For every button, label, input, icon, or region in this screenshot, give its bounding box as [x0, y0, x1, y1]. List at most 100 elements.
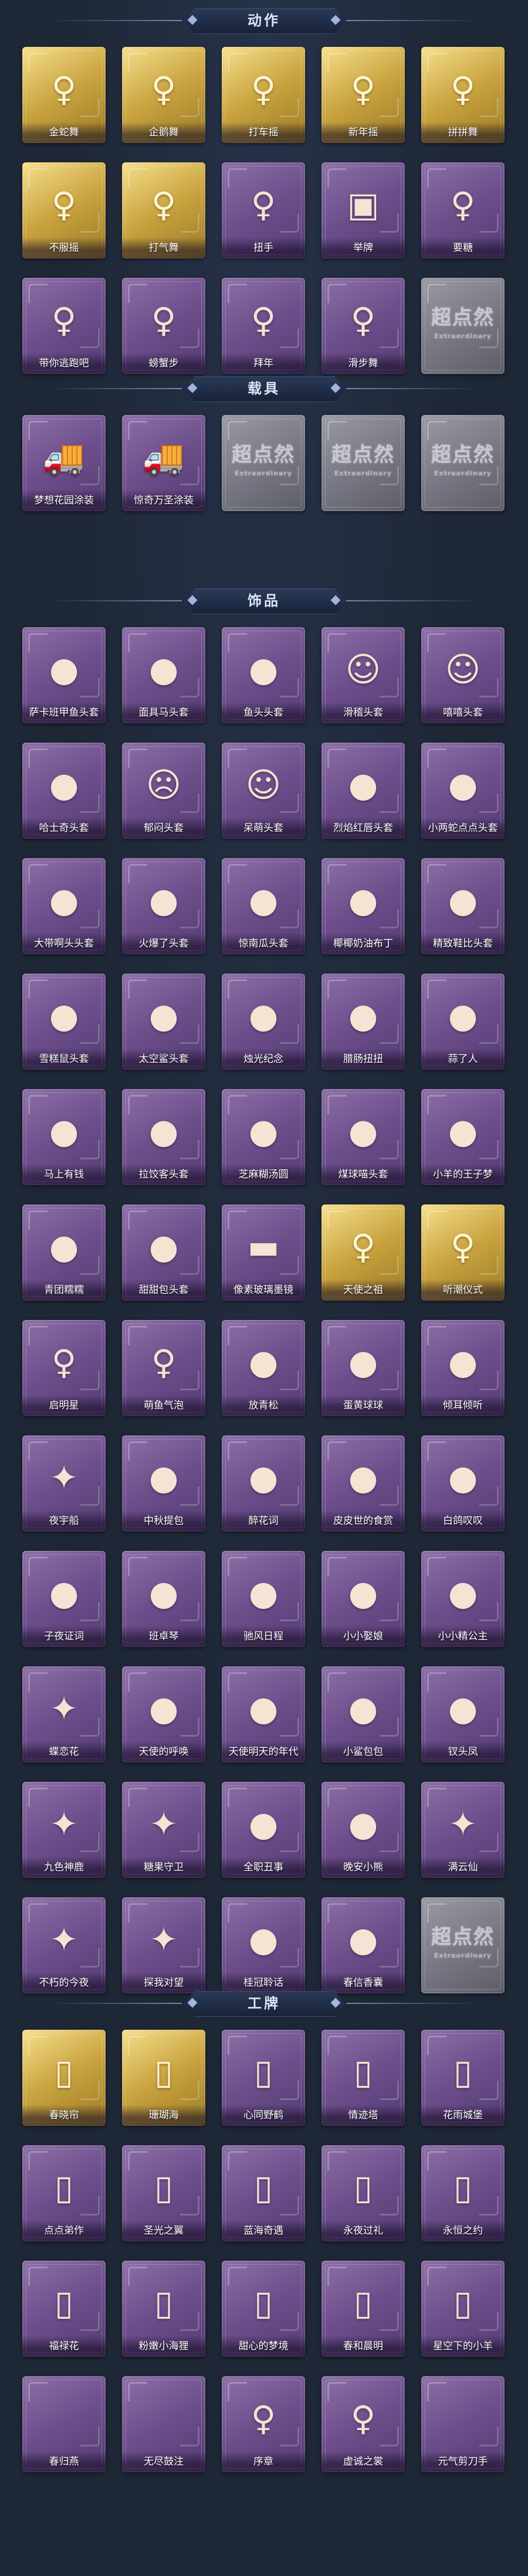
item-card[interactable]: ● 钗头凤	[421, 1666, 505, 1762]
item-card[interactable]: ▯ 花雨城堡	[421, 2030, 505, 2126]
item-card[interactable]: ♀ 螃蟹步	[122, 278, 205, 374]
item-card[interactable]: ● 蒜了人	[421, 974, 505, 1070]
item-card[interactable]: ♀ 萌鱼气泡	[122, 1320, 205, 1416]
item-card[interactable]: ● 驰风日程	[222, 1551, 305, 1647]
item-card[interactable]: ● 小小精公主	[421, 1551, 505, 1647]
item-card[interactable]: ● 鱼头头套	[222, 627, 305, 723]
item-card[interactable]: ▯ 春和晨明	[321, 2261, 405, 2357]
item-card[interactable]: ▯ 福禄花	[22, 2261, 106, 2357]
item-card[interactable]: ● 大带啊头头套	[22, 858, 106, 954]
item-card[interactable]: ▯ 点点弟作	[22, 2145, 106, 2241]
item-card[interactable]: ♀ 滑步舞	[321, 278, 405, 374]
item-card[interactable]: ✦ 九色神鹿	[22, 1782, 106, 1878]
placeholder-card[interactable]: 超点然 Extraordinary	[421, 1897, 505, 1993]
item-card[interactable]: ● 醉花词	[222, 1435, 305, 1532]
item-card[interactable]: ▣ 举牌	[321, 162, 405, 258]
item-card[interactable]: ♀ 打车摇	[222, 47, 305, 143]
item-card[interactable]: ♀ 拜年	[222, 278, 305, 374]
item-card[interactable]: ▯ 心同野鹤	[222, 2030, 305, 2126]
placeholder-card[interactable]: 超点然 Extraordinary	[222, 415, 305, 511]
item-card[interactable]: ● 精致鞋比头套	[421, 858, 505, 954]
item-card[interactable]: 春归燕	[22, 2376, 106, 2472]
item-card[interactable]: ● 班卓琴	[122, 1551, 205, 1647]
item-card[interactable]: ♀ 带你逃跑吧	[22, 278, 106, 374]
item-card[interactable]: ☺ 滑稽头套	[321, 627, 405, 723]
item-card[interactable]: ✦ 糖果守卫	[122, 1782, 205, 1878]
item-card[interactable]: ☹ 郁闷头套	[122, 743, 205, 839]
item-card[interactable]: ● 全职丑事	[222, 1782, 305, 1878]
item-card[interactable]: ● 皮皮世的食赏	[321, 1435, 405, 1532]
item-card[interactable]: ● 小小娶娘	[321, 1551, 405, 1647]
item-card[interactable]: ● 烛光纪念	[222, 974, 305, 1070]
item-card[interactable]: ● 烈焰红唇头套	[321, 743, 405, 839]
item-card[interactable]: ● 小羊的王子梦	[421, 1089, 505, 1185]
item-card[interactable]: ▬ 像素玻璃墨镜	[222, 1204, 305, 1301]
item-card[interactable]: 元气剪刀手	[421, 2376, 505, 2472]
item-card[interactable]: ✦ 蝶恋花	[22, 1666, 106, 1762]
item-card[interactable]: ● 煤球喵头套	[321, 1089, 405, 1185]
item-card[interactable]: ✦ 夜宇船	[22, 1435, 106, 1532]
item-card[interactable]: ● 小鲨包包	[321, 1666, 405, 1762]
item-card[interactable]: ● 腊肠扭扭	[321, 974, 405, 1070]
item-card[interactable]: ♀ 不服摇	[22, 162, 106, 258]
item-card[interactable]: ▯ 粉嫩小海狸	[122, 2261, 205, 2357]
item-card[interactable]: ▯ 圣光之翼	[122, 2145, 205, 2241]
item-card[interactable]: ● 面具马头套	[122, 627, 205, 723]
item-card[interactable]: ● 青团糯糯	[22, 1204, 106, 1301]
item-card[interactable]: ✦ 探我对望	[122, 1897, 205, 1993]
item-card[interactable]: ● 放青松	[222, 1320, 305, 1416]
item-card[interactable]: ▯ 永恒之约	[421, 2145, 505, 2241]
item-card[interactable]: ● 子夜证词	[22, 1551, 106, 1647]
placeholder-card[interactable]: 超点然 Extraordinary	[321, 415, 405, 511]
item-card[interactable]: ▯ 珊瑚海	[122, 2030, 205, 2126]
item-card[interactable]: ● 雪糕鼠头套	[22, 974, 106, 1070]
item-card[interactable]: ▯ 情迹塔	[321, 2030, 405, 2126]
placeholder-card[interactable]: 超点然 Extraordinary	[421, 278, 505, 374]
item-card[interactable]: ✦ 不朽的今夜	[22, 1897, 106, 1993]
item-card[interactable]: ♀ 听潮仪式	[421, 1204, 505, 1301]
item-card[interactable]: ● 太空鲨头套	[122, 974, 205, 1070]
item-card[interactable]: ● 桂冠聆话	[222, 1897, 305, 1993]
item-card[interactable]: ● 马上有钱	[22, 1089, 106, 1185]
item-card[interactable]: ♀ 新年摇	[321, 47, 405, 143]
item-card[interactable]: ♀ 启明星	[22, 1320, 106, 1416]
item-card[interactable]: ▯ 星空下的小羊	[421, 2261, 505, 2357]
placeholder-card[interactable]: 超点然 Extraordinary	[421, 415, 505, 511]
item-card[interactable]: ● 火爆了头套	[122, 858, 205, 954]
item-card[interactable]: ♀ 序章	[222, 2376, 305, 2472]
item-card[interactable]: ♀ 天使之祖	[321, 1204, 405, 1301]
item-card[interactable]: ♀ 要糖	[421, 162, 505, 258]
item-card[interactable]: ▯ 甜心的梦境	[222, 2261, 305, 2357]
item-card[interactable]: ● 萨卡班甲鱼头套	[22, 627, 106, 723]
item-card[interactable]: ● 拉饺客头套	[122, 1089, 205, 1185]
item-card[interactable]: ● 天使明天的年代	[222, 1666, 305, 1762]
item-card[interactable]: ♀ 打气舞	[122, 162, 205, 258]
item-card[interactable]: ● 倾耳倾听	[421, 1320, 505, 1416]
item-card[interactable]: ♀ 企鹅舞	[122, 47, 205, 143]
item-card[interactable]: ● 蛋黄球球	[321, 1320, 405, 1416]
item-card[interactable]: ▯ 春晓帘	[22, 2030, 106, 2126]
item-card[interactable]: 无尽鼓注	[122, 2376, 205, 2472]
item-card[interactable]: ● 天使的呼唤	[122, 1666, 205, 1762]
item-card[interactable]: ♀ 金蛇舞	[22, 47, 106, 143]
item-card[interactable]: ● 小两蛇点点头套	[421, 743, 505, 839]
item-card[interactable]: ♀ 扭手	[222, 162, 305, 258]
item-card[interactable]: ● 白鸽叹叹	[421, 1435, 505, 1532]
item-card[interactable]: 🚚 梦想花园涂装	[22, 415, 106, 511]
item-card[interactable]: 🚚 惊奇万圣涂装	[122, 415, 205, 511]
item-card[interactable]: ● 芝麻糊汤圆	[222, 1089, 305, 1185]
item-card[interactable]: ▯ 蓝海奇遇	[222, 2145, 305, 2241]
item-card[interactable]: ● 惊南瓜头套	[222, 858, 305, 954]
item-card[interactable]: ● 晚安小熊	[321, 1782, 405, 1878]
item-card[interactable]: ● 甜甜包头套	[122, 1204, 205, 1301]
item-card[interactable]: ☺ 呆萌头套	[222, 743, 305, 839]
item-card[interactable]: ✦ 满云仙	[421, 1782, 505, 1878]
item-card[interactable]: ♀ 拼拼舞	[421, 47, 505, 143]
item-card[interactable]: ● 哈士奇头套	[22, 743, 106, 839]
item-card[interactable]: ● 椰椰奶油布丁	[321, 858, 405, 954]
item-card[interactable]: ● 春信香囊	[321, 1897, 405, 1993]
item-card[interactable]: ▯ 永夜过礼	[321, 2145, 405, 2241]
item-card[interactable]: ♀ 虚诚之裳	[321, 2376, 405, 2472]
item-card[interactable]: ● 中秋提包	[122, 1435, 205, 1532]
item-card[interactable]: ☺ 嘻嘻头套	[421, 627, 505, 723]
